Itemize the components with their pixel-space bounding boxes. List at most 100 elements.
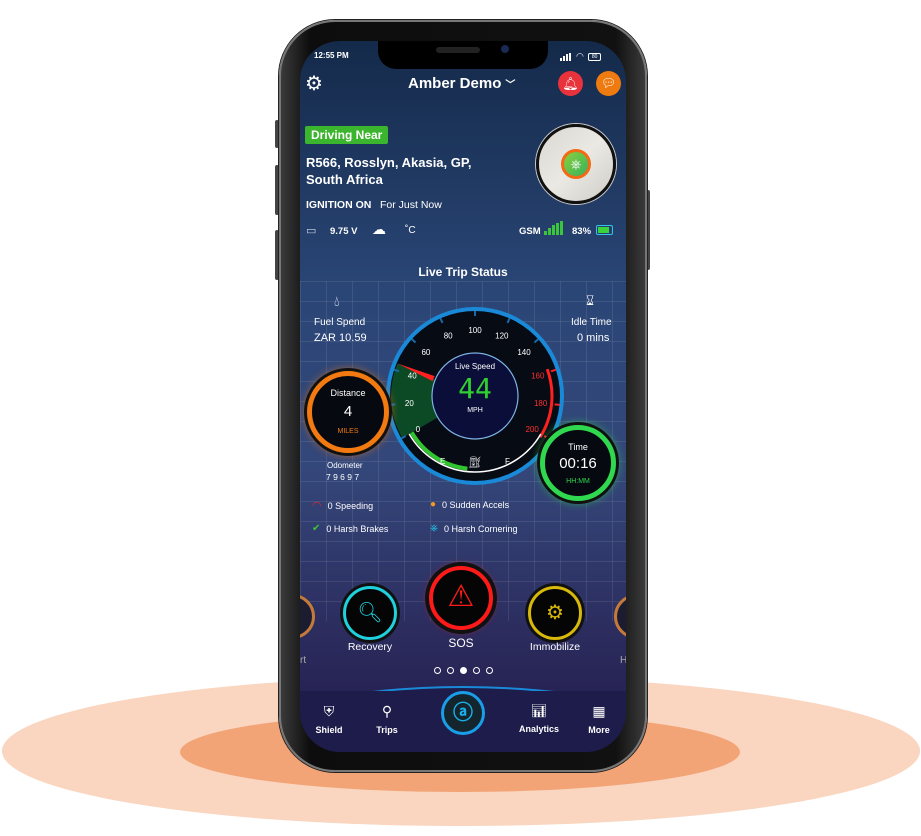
- temperature: ˚C: [405, 225, 416, 236]
- nav-analytics[interactable]: 📊︎ Analytics: [514, 703, 564, 737]
- fuel-full-label: F: [505, 457, 510, 466]
- notch: [378, 41, 548, 69]
- distance-dial: Distance 4 MILES: [307, 371, 389, 453]
- speedometer-icon: ◠: [312, 500, 322, 512]
- bottom-nav: ⛨ Shield ⚲ Trips ⓐ 📊︎ Analytics ▦ More: [300, 691, 626, 752]
- pager-dot[interactable]: [459, 667, 467, 674]
- time-value: 00:16: [559, 455, 597, 472]
- vehicle-selector[interactable]: Amber Demo ﹀: [408, 75, 515, 92]
- speed-tick-label: 40: [408, 372, 417, 381]
- distance-unit: MILES: [337, 428, 359, 435]
- pager-dot[interactable]: [446, 667, 454, 674]
- speed-tick-label: 160: [531, 372, 545, 381]
- immobilize-button[interactable]: ⚙︎: [528, 586, 582, 640]
- speed-tick-label: 0: [416, 425, 421, 434]
- fuel-spend-value: ZAR 10.59: [314, 332, 367, 344]
- ignition-status: IGNITION ON: [306, 199, 372, 211]
- nav-label: Shield: [315, 725, 343, 735]
- steering-icon: ⎈: [430, 523, 438, 534]
- trip-title: Live Trip Status: [418, 265, 508, 279]
- event-speeding: ◠ 0 Speeding: [312, 499, 373, 512]
- time-unit: HH:MM: [566, 478, 590, 485]
- steering-wheel-icon: ⎈: [561, 149, 591, 179]
- speed-tick: [390, 403, 396, 406]
- carousel-pager[interactable]: [300, 661, 626, 679]
- fuel-drop-icon: 💧︎: [334, 293, 340, 309]
- shield-icon: ⛨: [323, 703, 335, 719]
- chevron-down-icon: ﹀: [505, 80, 516, 91]
- vehicle-name: Amber Demo: [408, 75, 502, 92]
- brake-icon: ✔: [312, 523, 321, 534]
- distance-label: Distance: [330, 388, 366, 398]
- fuel-spend-label: Fuel Spend: [314, 317, 366, 328]
- engine-icon: ⚙︎: [546, 602, 564, 624]
- nav-label: Analytics: [518, 724, 560, 734]
- recovery-button[interactable]: 🔍︎: [343, 586, 397, 640]
- mini-map[interactable]: ⎈: [536, 124, 616, 204]
- event-label: 0 Sudden Accels: [442, 499, 510, 510]
- analytics-chart-icon: 📊︎: [530, 703, 548, 718]
- speed-tick-label: 20: [405, 399, 414, 408]
- app-logo-icon: ⓐ: [453, 702, 473, 724]
- odometer-label: Odometer: [327, 461, 363, 470]
- idle-time-label: Idle Time: [571, 317, 612, 328]
- weather-cloud-sun-icon: ☁: [372, 221, 386, 237]
- driving-status-badge: Driving Near: [305, 126, 389, 144]
- sos-label: SOS: [448, 636, 474, 650]
- nav-trips[interactable]: ⚲ Trips: [370, 703, 404, 738]
- immobilize-label: Immobilize: [529, 641, 581, 653]
- ignition-since: For Just Now: [380, 199, 442, 211]
- home-app-button[interactable]: ⓐ: [441, 691, 485, 735]
- live-speed-label: Live Speed: [454, 362, 496, 371]
- pager-dot[interactable]: [485, 667, 493, 674]
- nav-label: More: [588, 725, 610, 735]
- app-screen: 12:55 PM ◠ 80 ⚙ Amber Demo ﹀ 🔔︎ 💬︎ Drivin…: [300, 41, 626, 752]
- speed-tick-label: 120: [495, 332, 509, 341]
- nav-more[interactable]: ▦ More: [582, 703, 616, 738]
- status-time: 12:55 PM: [314, 51, 349, 60]
- nav-shield[interactable]: ⛨ Shield: [312, 703, 346, 738]
- fuel-pump-icon: ⛽︎: [468, 456, 482, 469]
- event-harsh-cornering: ⎈ 0 Harsh Cornering: [430, 523, 518, 534]
- idle-time-value: 0 mins: [577, 332, 610, 344]
- sos-button[interactable]: ⚠︎: [429, 566, 493, 630]
- battery-level-icon: [596, 225, 613, 235]
- speed-tick-label: 60: [421, 348, 430, 357]
- address-line2: South Africa: [306, 172, 383, 187]
- time-label: Time: [568, 442, 588, 452]
- speed-tick-label: 100: [468, 326, 482, 335]
- voltage: 9.75 V: [330, 226, 358, 237]
- wifi-icon: ◠: [576, 51, 584, 61]
- nav-label: Trips: [376, 725, 398, 735]
- speed-tick-label: 80: [444, 332, 453, 341]
- live-speed-value: 44: [458, 372, 492, 405]
- odometer-value: 7 9 6 9 7: [326, 472, 360, 482]
- battery-percent: 83%: [572, 226, 592, 237]
- speed-tick-label: 140: [517, 348, 531, 357]
- event-harsh-brakes: ✔ 0 Harsh Brakes: [312, 523, 388, 534]
- speed-tick-label: 200: [525, 425, 539, 434]
- acceleration-icon: ●: [430, 499, 437, 510]
- alert-bell-icon[interactable]: 🔔︎: [558, 71, 583, 96]
- event-label: 0 Speeding: [327, 500, 374, 511]
- car-search-icon: 🔍︎: [357, 602, 383, 624]
- speed-tick-label: 180: [534, 399, 548, 408]
- chat-icon[interactable]: 💬︎: [596, 71, 621, 96]
- pager-dot[interactable]: [433, 667, 441, 674]
- event-label: 0 Harsh Brakes: [326, 523, 389, 534]
- address-line1: R566, Rosslyn, Akasia, GP,: [306, 155, 472, 170]
- hourglass-icon: ⌛︎: [586, 293, 595, 308]
- event-label: 0 Harsh Cornering: [444, 523, 518, 534]
- speed-unit: MPH: [467, 407, 483, 414]
- fuel-empty-label: E: [440, 457, 445, 466]
- gsm-label: GSM: [519, 226, 541, 237]
- distance-value: 4: [343, 403, 353, 420]
- recovery-label: Recovery: [347, 641, 393, 653]
- settings-gear-icon[interactable]: ⚙: [305, 71, 323, 96]
- pager-dot[interactable]: [472, 667, 480, 674]
- grid-icon: ▦: [592, 703, 606, 719]
- warning-triangle-icon: ⚠︎: [447, 580, 475, 613]
- battery-icon: 80: [587, 52, 602, 61]
- car-battery-icon: ▭: [306, 225, 317, 237]
- event-sudden-accels: ● 0 Sudden Accels: [430, 499, 509, 510]
